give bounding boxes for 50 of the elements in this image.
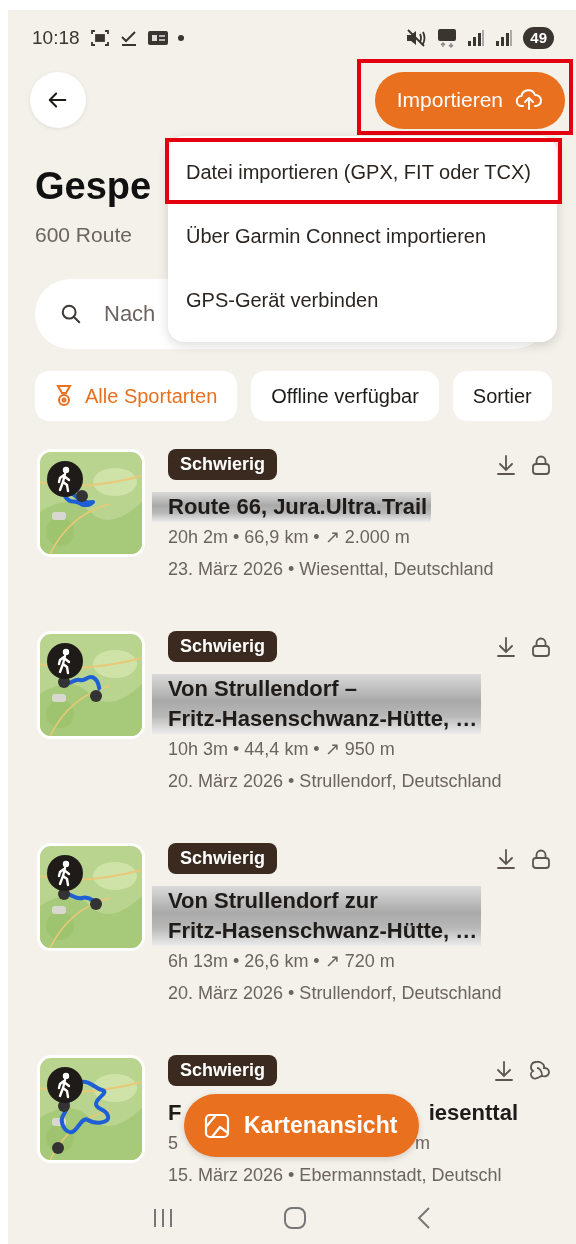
network-icon [437,27,458,48]
route-stats: 5 [168,1132,178,1155]
route-date-location: 15. März 2026 • Ebermannstadt, Deutschl [168,1164,503,1187]
hiker-icon [47,855,83,891]
route-count: 600 Route [35,222,132,248]
search-icon [60,303,82,325]
hiker-icon [47,461,83,497]
download-icon[interactable] [494,1059,514,1082]
screenshot-icon [89,28,110,47]
menu-item[interactable]: Über Garmin Connect importieren [168,204,557,268]
filter-chip[interactable]: Offline verfügbar [251,371,439,421]
route-stats: 20h 2m • 66,9 km • ↗ 2.000 m [168,526,411,549]
card-icon [147,30,168,45]
menu-item[interactable]: GPS-Gerät verbinden [168,268,557,332]
back-button[interactable] [30,72,86,128]
download-icon[interactable] [496,453,516,476]
route-date-location: 23. März 2026 • Wiesenttal, Deutschland [168,558,495,581]
back-icon[interactable] [415,1206,432,1230]
download-icon[interactable] [496,635,516,658]
route-stats: 6h 13m • 26,6 km • ↗ 720 m [168,950,396,973]
home-icon[interactable] [283,1206,307,1230]
check-icon [119,28,138,47]
filter-chip[interactable]: Sortier [452,371,552,421]
route-date-location: 20. März 2026 • Strullendorf, Deutschland [168,982,503,1005]
route-title[interactable]: Von Strullendorf – Fritz-Hasenschwanz-Hütte, … [152,674,482,734]
route-stats: 10h 3m • 44,4 km • ↗ 950 m [168,738,396,761]
cloud-upload-icon [515,88,543,112]
battery-indicator: 49 [523,26,554,49]
difficulty-badge: Schwierig [168,631,278,662]
dot-icon [177,34,184,41]
signal-icon [467,28,486,47]
hiker-icon [47,643,83,679]
mute-icon [405,27,428,48]
recent-apps-icon[interactable] [152,1207,175,1229]
hiker-icon [47,1067,83,1103]
signal-icon [495,28,514,47]
route-title[interactable]: F [168,1098,182,1128]
medal-icon [55,384,73,408]
download-icon[interactable] [496,847,516,870]
clock: 10:18 [32,26,80,49]
menu-item[interactable]: Datei importieren (GPX, FIT oder TCX) [168,140,557,204]
difficulty-badge: Schwierig [168,449,278,480]
route-title[interactable]: Route 66, Jura.Ultra.Trail [152,492,432,522]
route-date-location: 20. März 2026 • Strullendorf, Deutschland [168,770,503,793]
route-title[interactable]: Von Strullendorf zur Fritz-Hasenschwanz-Hütte, … [152,886,482,946]
route-title[interactable]: iesenttal [428,1098,518,1128]
difficulty-badge: Schwierig [168,843,278,874]
map-icon [204,1112,230,1139]
difficulty-badge: Schwierig [168,1055,278,1086]
page-title: Gespe [35,164,152,209]
